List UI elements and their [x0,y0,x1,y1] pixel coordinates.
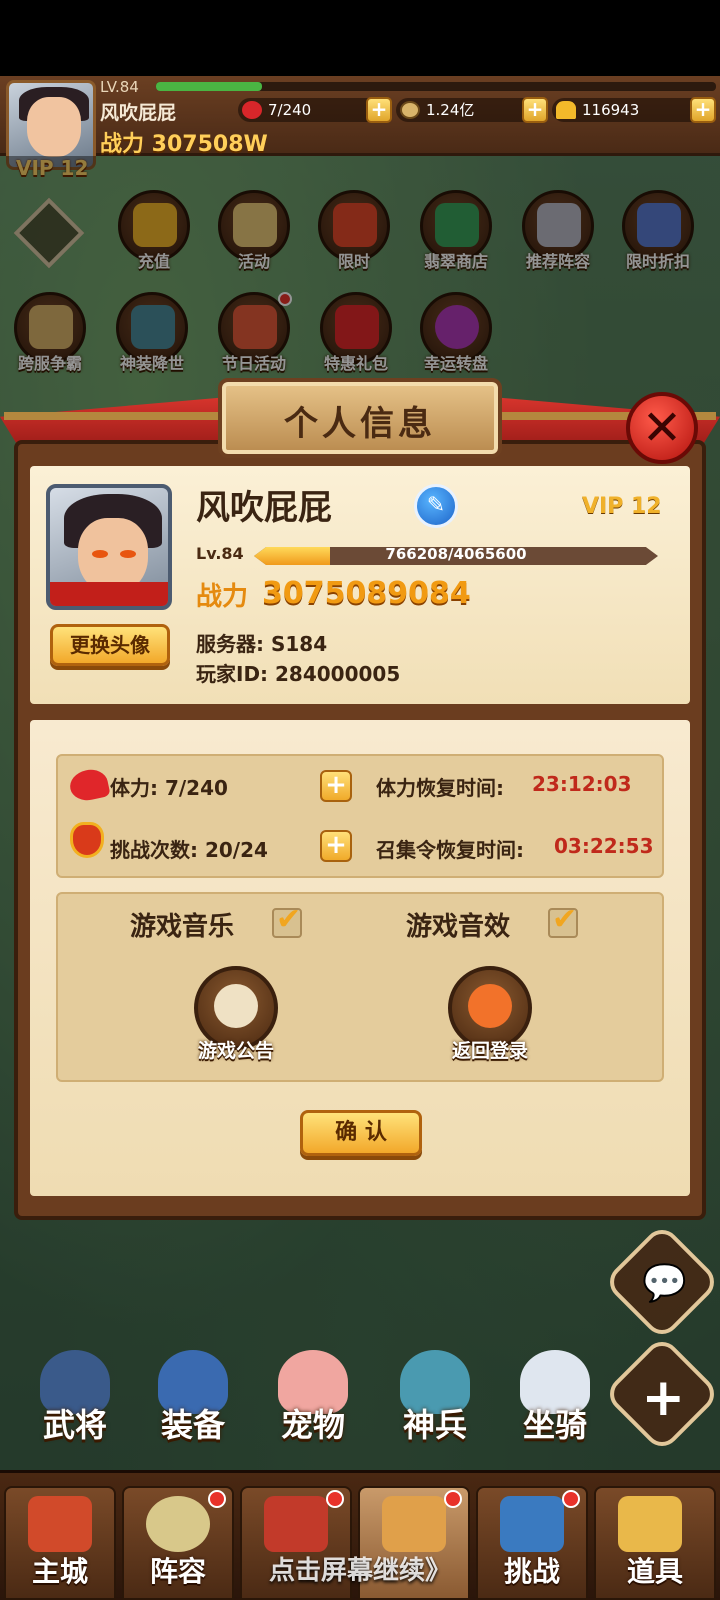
notification-dot [562,1490,580,1508]
close-button[interactable]: ✕ [626,392,698,464]
nav-equipment[interactable]: 装备 [138,1350,248,1450]
hud-level: LV.84 [100,78,139,96]
stamina-value: 7/240 [268,101,312,119]
notification-dot [326,1490,344,1508]
exp-text: 766208/4065600 [385,545,527,563]
hud-player-name: 风吹屁屁 [100,102,177,124]
coin-icon [400,101,420,119]
pencil-icon: ✎ [426,493,446,518]
plus-icon: + [641,1368,686,1429]
music-label: 游戏音乐 [130,912,235,942]
heart-icon [242,101,262,119]
hud-power: 战力 307508W [100,132,268,157]
scroll-icon [214,984,258,1028]
back-login-label: 返回登录 [451,1040,528,1062]
vip-badge: VIP 12 [582,494,662,519]
coin-resource: 1.24亿 + [396,97,548,123]
nav-divine-weapons[interactable]: 神兵 [380,1350,490,1450]
sound-checkbox[interactable]: ✔ [548,902,578,938]
ingot-icon [556,101,576,119]
nav-mounts[interactable]: 坐骑 [500,1350,610,1450]
checkmark-icon: ✔ [276,902,302,937]
server-info: 服务器: S184 [196,632,328,656]
summon-recover-label: 召集令恢复时间: [376,838,524,862]
add-stamina-button[interactable]: + [366,97,392,123]
notification-dot [208,1490,226,1508]
edit-name-button[interactable]: ✎ [414,484,458,528]
checkmark-icon: ✔ [552,902,578,937]
player-level: Lv.84 [196,544,244,563]
add-stamina-plus-button[interactable]: + [320,770,352,802]
profile-avatar[interactable] [46,484,172,610]
ingot-resource: 116943 + [552,97,716,123]
close-icon: ✕ [641,400,683,456]
power-value: 3075089084 [262,576,471,611]
return-arrow-icon [468,984,512,1028]
add-challenge-plus-button[interactable]: + [320,830,352,862]
summon-recover-time: 03:22:53 [554,834,654,858]
stamina-resource: 7/240 + [238,97,392,123]
change-avatar-button[interactable]: 更换头像 [50,624,170,666]
sound-label: 游戏音效 [406,912,511,942]
player-name: 风吹屁屁 [196,488,332,528]
stamina-stat: 体力: 7/240 [110,776,228,800]
coin-value: 1.24亿 [426,101,475,119]
nav-pets[interactable]: 宠物 [258,1350,368,1450]
add-coin-button[interactable]: + [522,97,548,123]
stamina-recover-label: 体力恢复时间: [376,776,504,800]
challenge-stat: 挑战次数: 20/24 [110,838,268,862]
confirm-button[interactable]: 确 认 [300,1110,422,1156]
music-checkbox[interactable]: ✔ [272,902,302,938]
hud-exp-bar [156,82,716,91]
game-notice-label: 游戏公告 [197,1040,274,1062]
notification-dot [444,1490,462,1508]
challenge-badge-icon [70,822,104,858]
dialog-title: 个人信息 [284,404,436,444]
spear-left [4,412,224,420]
chat-bubble-icon: 💬 [642,1262,687,1304]
nav-generals[interactable]: 武将 [20,1350,130,1450]
add-ingot-button[interactable]: + [690,97,716,123]
power-label: 战力 [196,582,249,612]
tap-to-continue[interactable]: 点击屏幕继续》 [0,1550,720,1587]
dialog-title-plate: 个人信息 [218,378,502,458]
stamina-recover-time: 23:12:03 [532,772,632,796]
ingot-value: 116943 [582,101,640,119]
player-id: 玩家ID: 284000005 [196,662,401,686]
